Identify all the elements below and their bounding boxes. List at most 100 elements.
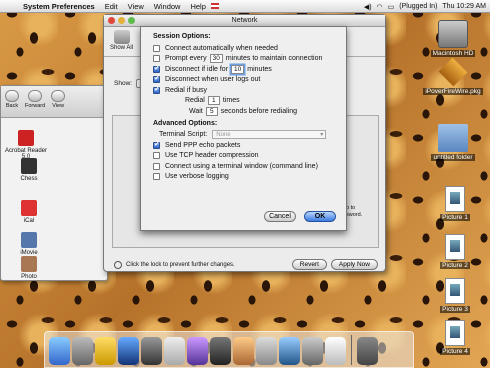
prompt-checkbox[interactable]	[153, 55, 160, 63]
cancel-button[interactable]: Cancel	[264, 211, 296, 222]
tcp-compression-checkbox[interactable]	[153, 152, 160, 160]
finder-item-chess[interactable]: Chess	[17, 158, 41, 182]
chess-icon	[21, 158, 37, 174]
itunes-dock-icon[interactable]	[187, 337, 208, 365]
quicktime-dock-icon[interactable]	[141, 337, 162, 365]
forward-arrow-icon	[28, 90, 43, 102]
volume-icon[interactable]: ◀)	[364, 3, 372, 11]
mail-dock-icon[interactable]	[72, 337, 93, 365]
iphoto-dock-icon[interactable]	[233, 337, 254, 365]
redial-option[interactable]: Redial if busy	[153, 85, 334, 96]
desktop-icon-picture-4[interactable]: Picture 4	[420, 320, 490, 355]
picture-icon	[445, 320, 465, 346]
finder-item-photo[interactable]: Photo	[17, 256, 41, 280]
folder-icon	[438, 124, 468, 152]
revert-button[interactable]: Revert	[291, 259, 327, 270]
finder-item-acrobat[interactable]: Acrobat Reader 5.0	[1, 130, 51, 160]
package-icon	[438, 57, 468, 87]
terminal-script-row: Terminal Script: None	[153, 130, 334, 141]
finder-item-ical[interactable]: iCal	[17, 200, 41, 224]
finder-toolbar: Back Forward View	[1, 86, 107, 118]
system-preferences-dock-icon[interactable]	[302, 337, 323, 365]
terminal-window-checkbox[interactable]	[153, 162, 160, 170]
ichat-dock-icon[interactable]	[95, 337, 116, 365]
imovie-dock-icon[interactable]	[210, 337, 231, 365]
sherlock-dock-icon[interactable]	[279, 337, 300, 365]
clock[interactable]: Thu 10:29 AM	[442, 3, 486, 10]
photo-icon	[21, 256, 37, 272]
back-button[interactable]: Back	[5, 90, 19, 117]
disconnect-logout-option[interactable]: Disconnect when user logs out	[153, 74, 334, 86]
menu-edit[interactable]: Edit	[100, 2, 123, 11]
forward-button[interactable]: Forward	[25, 90, 45, 117]
apply-now-button[interactable]: Apply Now	[330, 259, 378, 270]
menu-window[interactable]: Window	[149, 2, 186, 11]
obscured-text: p to sword.	[346, 205, 363, 218]
hard-drive-icon	[438, 20, 468, 48]
finder-window: Back Forward View Acrobat Reader 5.0 Che…	[0, 85, 108, 281]
view-icon	[51, 90, 66, 102]
address-book-dock-icon[interactable]	[164, 337, 185, 365]
terminal-window-option[interactable]: Connect using a terminal window (command…	[153, 161, 334, 172]
view-button[interactable]: View	[51, 90, 66, 117]
battery-status: (Plugged In)	[399, 3, 438, 10]
terminal-script-popup[interactable]: None	[212, 130, 327, 140]
finder-item-imovie[interactable]: iMovie	[17, 232, 41, 256]
desktop-icon-picture-3[interactable]: Picture 3	[420, 278, 490, 313]
picture-icon	[445, 234, 465, 260]
picture-icon	[445, 186, 465, 212]
internet-explorer-dock-icon[interactable]	[118, 337, 139, 365]
desktop-icon-picture-1[interactable]: Picture 1	[420, 186, 490, 221]
prompt-option[interactable]: Prompt every 30 minutes to maintain connec…	[153, 54, 334, 65]
dock-separator	[351, 335, 352, 365]
lock-row: Click the lock to prevent further change…	[114, 259, 378, 270]
acrobat-icon	[18, 130, 34, 146]
session-options-heading: Session Options:	[153, 33, 211, 40]
desktop-icon-picture-2[interactable]: Picture 2	[420, 234, 490, 269]
connect-auto-checkbox[interactable]	[153, 44, 160, 52]
desktop-icon-folder[interactable]: untitled folder	[418, 124, 488, 161]
disconnect-logout-checkbox[interactable]	[153, 74, 160, 84]
menu-help[interactable]: Help	[185, 2, 210, 11]
desktop-icon-pkg[interactable]: iPoverFireWire.pkg	[418, 57, 488, 95]
battery-icon[interactable]: ▭	[388, 3, 395, 11]
verbose-logging-checkbox[interactable]	[153, 173, 160, 181]
desktop-icon-hd[interactable]: Macintosh HD	[418, 20, 488, 57]
zoom-icon[interactable]	[128, 17, 135, 24]
finder-dock-icon[interactable]	[49, 337, 70, 365]
disconnect-idle-checkbox[interactable]	[153, 64, 160, 73]
acrobat-dock-icon[interactable]	[325, 337, 346, 365]
menu-view[interactable]: View	[123, 2, 149, 11]
prompt-minutes-field[interactable]: 30	[209, 54, 223, 64]
connect-auto-option[interactable]: Connect automatically when needed	[153, 43, 334, 54]
wait-seconds-row: Wait 5 seconds before redialing	[189, 106, 298, 116]
verbose-logging-option[interactable]: Use verbose logging	[153, 172, 334, 183]
lock-text: Click the lock to prevent further change…	[126, 261, 235, 268]
menu-bar: System Preferences Edit View Window Help…	[0, 0, 490, 13]
airport-icon[interactable]: ◠	[377, 3, 383, 11]
dock	[44, 331, 414, 368]
minimize-icon[interactable]	[118, 17, 125, 24]
picture-icon	[445, 278, 465, 304]
redial-checkbox[interactable]	[153, 85, 160, 94]
close-icon[interactable]	[108, 17, 115, 24]
window-title: Network	[231, 17, 258, 24]
tcp-compression-option[interactable]: Use TCP header compression	[153, 151, 334, 162]
preview-dock-icon[interactable]	[256, 337, 277, 365]
idle-minutes-field[interactable]: 10	[231, 64, 245, 74]
redial-times-field[interactable]: 1	[207, 96, 220, 106]
trash-dock-icon[interactable]	[357, 337, 378, 365]
ppp-echo-checkbox[interactable]	[153, 140, 160, 149]
wait-seconds-field[interactable]: 5	[205, 106, 218, 116]
advanced-options-heading: Advanced Options:	[153, 119, 218, 127]
lock-icon[interactable]	[114, 260, 122, 269]
ppp-options-sheet: Session Options: Connect automatically w…	[140, 26, 347, 231]
flag-icon[interactable]	[210, 3, 219, 9]
redial-times-row: Redial 1 times	[185, 96, 240, 106]
ok-button[interactable]: OK	[304, 211, 336, 222]
menu-app-name[interactable]: System Preferences	[18, 2, 100, 11]
ppp-echo-option[interactable]: Send PPP echo packets	[153, 140, 334, 151]
back-arrow-icon	[5, 90, 19, 102]
imovie-icon	[21, 232, 37, 248]
disconnect-idle-option[interactable]: Disconnect if idle for10minutes	[153, 64, 334, 75]
